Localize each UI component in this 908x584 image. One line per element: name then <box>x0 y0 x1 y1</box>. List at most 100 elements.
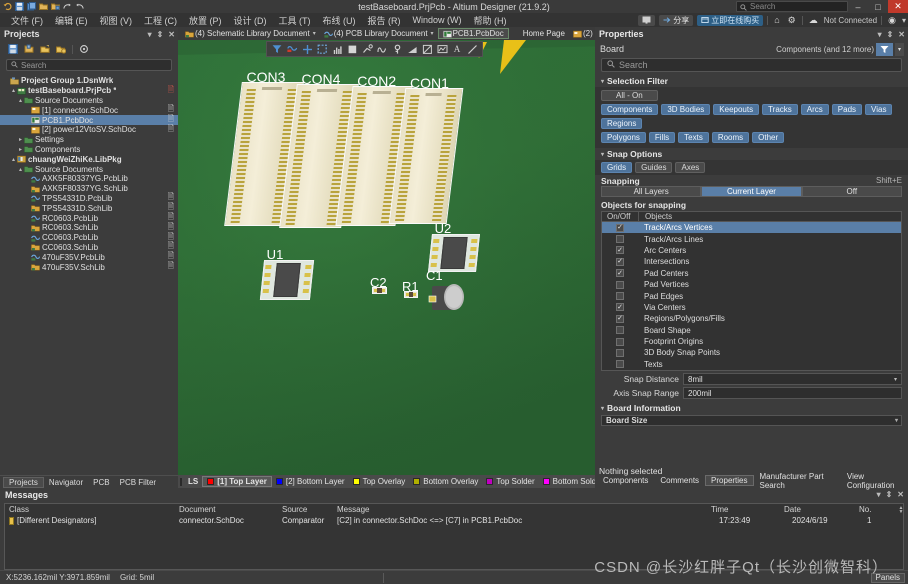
panel-close-icon[interactable]: ✕ <box>168 30 175 39</box>
project-tree[interactable]: Project Group 1.DsnWrk ▴ testBaseboard.Prj… <box>0 74 178 475</box>
tree-expand-arrow-icon[interactable]: ▴ <box>10 87 17 94</box>
place-fill-icon[interactable] <box>315 42 329 56</box>
selection-filter-chip[interactable]: Regions <box>601 118 643 129</box>
place-polygon-icon[interactable] <box>330 42 344 56</box>
chevron-down-icon[interactable]: ▾ <box>313 30 316 37</box>
pcb-passive-component[interactable]: R1 <box>402 279 419 298</box>
left-panel-tab[interactable]: PCB Filter <box>115 477 161 488</box>
place-arc-icon[interactable] <box>375 42 389 56</box>
account-icon[interactable]: ◉ <box>886 15 898 26</box>
layer-tab[interactable]: Top Overlay <box>349 476 410 487</box>
document-tab-bar[interactable]: (4) Schematic Library Document ▾ (4) PCB L… <box>178 27 595 40</box>
save-icon[interactable] <box>8 44 18 54</box>
selection-filter-chip[interactable]: Other <box>752 132 785 143</box>
panel-close-icon[interactable]: ✕ <box>898 30 905 39</box>
snapping-segment[interactable]: All Layers <box>601 186 702 197</box>
menu-help[interactable]: 帮助 (H) <box>468 14 513 27</box>
place-dimension-icon[interactable] <box>420 42 434 56</box>
open-project-icon[interactable] <box>24 44 34 54</box>
snap-mode-buttons[interactable]: Grids Guides Axes <box>595 160 908 175</box>
tree-item[interactable]: CC0603.SchLib 🗎 <box>0 241 178 253</box>
snap-object-checkbox[interactable]: ✓ <box>602 326 638 335</box>
selection-filter-section-header[interactable]: ▾ Selection Filter <box>595 75 908 87</box>
tree-item[interactable]: 470uF35V.PcbLib 🗎 <box>0 251 178 262</box>
properties-panel-tab[interactable]: Comments <box>654 475 705 486</box>
open-project-icon[interactable] <box>51 2 60 11</box>
place-track-icon[interactable] <box>360 42 374 56</box>
selection-filter-chips-row-2[interactable]: Polygons Fills Texts Rooms Other <box>601 132 902 143</box>
tree-item[interactable]: ▴ Source Documents <box>0 96 178 106</box>
snap-object-row[interactable]: ✓ Footprint Origins <box>602 336 901 347</box>
tree-item[interactable]: TPS54331D.SchLib 🗎 <box>0 202 178 213</box>
maximize-button[interactable]: □ <box>868 0 888 13</box>
tree-item[interactable]: ▸ Settings <box>0 135 178 145</box>
snap-object-row[interactable]: ✓ Track/Arcs Lines <box>602 233 901 244</box>
document-tab[interactable]: (4) PCB Library Document ▾ <box>320 28 438 39</box>
snap-object-row[interactable]: ✓ Pad Vertices <box>602 279 901 290</box>
selection-filter-chip[interactable]: Keepouts <box>713 104 760 115</box>
tree-item[interactable]: Project Group 1.DsnWrk <box>0 76 178 86</box>
document-tab[interactable]: PCB1.PcbDoc <box>437 28 509 39</box>
layer-tab[interactable]: Bottom Overlay <box>409 476 482 487</box>
properties-panel-tab[interactable]: View Configuration <box>841 472 908 490</box>
snap-object-checkbox[interactable]: ✓ <box>602 269 638 278</box>
snap-object-row[interactable]: ✓ Pad Edges <box>602 290 901 301</box>
snap-object-checkbox[interactable]: ✓ <box>602 257 638 266</box>
selection-filter-chip[interactable]: Rooms <box>711 132 750 143</box>
filter-icon[interactable] <box>270 42 284 56</box>
chevron-down-icon[interactable]: ▾ <box>895 417 898 424</box>
panel-pin-icon[interactable]: ⇕ <box>887 30 894 39</box>
pcb-draw-toolbar[interactable]: A <box>266 41 483 57</box>
snap-object-row[interactable]: ✓ Intersections <box>602 256 901 267</box>
axis-snap-range-input[interactable]: 200mil <box>683 387 902 400</box>
save-all-icon[interactable] <box>27 2 36 11</box>
pcb-passive-component[interactable]: C1 <box>426 268 468 314</box>
left-panel-tabs[interactable]: Projects Navigator PCB PCB Filter <box>0 475 178 488</box>
selection-filter-chip[interactable]: Polygons <box>601 132 646 143</box>
tree-item[interactable]: ▸ Components <box>0 145 178 155</box>
minimize-button[interactable]: – <box>848 0 868 13</box>
snap-object-row[interactable]: ✓ Board Shape <box>602 325 901 336</box>
global-search-input[interactable]: Search <box>736 1 848 12</box>
projects-search-input[interactable]: Search <box>6 59 172 71</box>
menu-route[interactable]: 布线 (U) <box>317 14 362 27</box>
selection-filter-chips-row-1[interactable]: Components 3D Bodies Keepouts Tracks Arcs Pad… <box>601 104 902 129</box>
menu-reports[interactable]: 报告 (R) <box>362 14 407 27</box>
layer-tab-bar[interactable]: LS [1] Top Layer [2] Bottom Layer Top Overl… <box>178 475 595 488</box>
tree-item[interactable]: CC0603.PcbLib 🗎 <box>0 232 178 243</box>
messages-table[interactable]: Class Document Source Message Time Date … <box>4 503 904 570</box>
place-coordinate-icon[interactable] <box>435 42 449 56</box>
snap-object-row[interactable]: ✓ Track/Arcs Vertices <box>602 222 901 234</box>
place-keepout-icon[interactable] <box>390 42 404 56</box>
layer-stack-swatch[interactable] <box>180 477 182 486</box>
snap-object-row[interactable]: ✓ Regions/Polygons/Fills <box>602 313 901 324</box>
snap-mode-button[interactable]: Axes <box>675 162 706 173</box>
pcb-passive-component[interactable]: C2 <box>370 275 387 294</box>
snapping-segmented-control[interactable]: All Layers Current Layer Off <box>601 186 902 197</box>
properties-panel-tab[interactable]: Manufacturer Part Search <box>754 472 841 490</box>
tree-item[interactable]: RC0603.PcbLib 🗎 <box>0 212 178 223</box>
selection-filter-chip[interactable]: Pads <box>831 104 863 115</box>
layer-tab[interactable]: Top Solder <box>482 476 538 487</box>
pcb-ic-package[interactable]: U1 <box>259 247 315 300</box>
properties-search-input[interactable]: Search <box>601 58 902 72</box>
snap-object-row[interactable]: ✓ Pad Centers <box>602 268 901 279</box>
snap-object-checkbox[interactable]: ✓ <box>602 348 638 357</box>
messages-table-rows[interactable]: [Different Designators] connector.SchDoc C… <box>5 515 903 526</box>
snap-distance-dropdown[interactable]: 8mil ▾ <box>683 373 902 386</box>
redo-icon[interactable] <box>75 2 84 11</box>
snap-object-row[interactable]: ✓ 3D Body Snap Points <box>602 347 901 358</box>
menu-tools[interactable]: 工具 (T) <box>273 14 317 27</box>
tree-item[interactable]: AXK5F80337YG.PcbLib <box>0 174 178 184</box>
place-line-icon[interactable] <box>465 42 479 56</box>
snap-object-checkbox[interactable]: ✓ <box>602 360 638 369</box>
chevron-down-icon[interactable]: ▾ <box>894 376 897 383</box>
tree-item[interactable]: PCB1.PcbDoc 🗎 <box>0 114 178 125</box>
menu-window[interactable]: Window (W) <box>407 15 468 25</box>
properties-panel-tab[interactable]: Components <box>597 475 654 486</box>
tree-item[interactable]: ▴ testBaseboard.PrjPcb * 🗎 <box>0 85 178 96</box>
board-information-section-header[interactable]: ▾ Board Information <box>595 402 908 415</box>
left-panel-tab[interactable]: PCB <box>88 477 114 488</box>
snap-object-row[interactable]: ✓ Via Centers <box>602 302 901 313</box>
selection-filter-chip[interactable]: Arcs <box>800 104 829 115</box>
